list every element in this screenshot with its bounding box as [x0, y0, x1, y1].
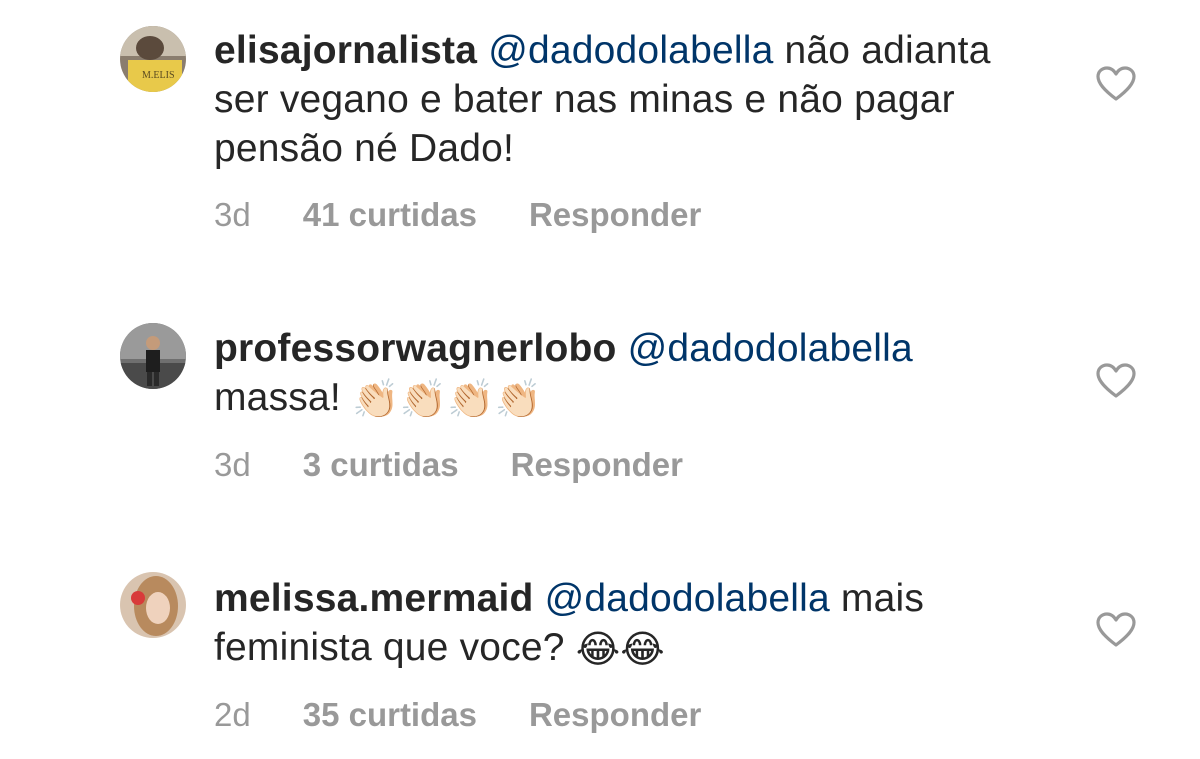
- avatar[interactable]: [120, 323, 186, 389]
- comment-likes-count[interactable]: 35 curtidas: [303, 696, 477, 734]
- user-avatar-icon: [120, 572, 186, 638]
- comment-timestamp: 2d: [214, 696, 251, 733]
- reply-button[interactable]: Responder: [529, 696, 701, 734]
- heart-outline-icon[interactable]: [1096, 363, 1136, 399]
- comment-timestamp: 3d: [214, 196, 251, 233]
- avatar[interactable]: M.ELIS: [120, 26, 186, 92]
- comment-item: professorwagnerlobo @dadodolabella massa…: [0, 250, 1200, 500]
- reply-button[interactable]: Responder: [529, 196, 701, 234]
- comment-text: professorwagnerlobo @dadodolabella massa…: [214, 324, 1034, 424]
- comment-mention[interactable]: @dadodolabella: [628, 327, 913, 370]
- comment-likes-count[interactable]: 3 curtidas: [303, 446, 459, 484]
- comment-mention[interactable]: @dadodolabella: [545, 577, 830, 620]
- clapping-hands-emoji: 👏🏻👏🏻👏🏻👏🏻: [351, 377, 543, 421]
- heart-outline-icon[interactable]: [1096, 612, 1136, 648]
- comment-text: melissa.mermaid @dadodolabella mais femi…: [214, 574, 1034, 674]
- comment-username[interactable]: professorwagnerlobo: [214, 327, 617, 370]
- avatar[interactable]: [120, 572, 186, 638]
- user-avatar-icon: M.ELIS: [120, 26, 186, 92]
- comment-mention[interactable]: @dadodolabella: [488, 29, 773, 72]
- comment-text: elisajornalista @dadodolabella não adian…: [214, 26, 1034, 173]
- comment-text-line1: não: [773, 29, 851, 72]
- comment-meta: 3d 41 curtidas Responder: [214, 196, 701, 234]
- svg-text:M.ELIS: M.ELIS: [142, 70, 175, 81]
- user-avatar-icon: [120, 323, 186, 389]
- comment-item: melissa.mermaid @dadodolabella mais femi…: [0, 500, 1200, 759]
- comment-meta: 2d 35 curtidas Responder: [214, 696, 701, 734]
- reply-button[interactable]: Responder: [511, 446, 683, 484]
- comment-text-rest: massa!: [214, 376, 352, 419]
- comment-meta: 3d 3 curtidas Responder: [214, 446, 683, 484]
- comment-likes-count[interactable]: 41 curtidas: [303, 196, 477, 234]
- comment-username[interactable]: elisajornalista: [214, 29, 477, 72]
- comment-item: M.ELIS elisajornalista @dadodolabella nã…: [0, 0, 1200, 250]
- comment-timestamp: 3d: [214, 446, 251, 483]
- comment-username[interactable]: melissa.mermaid: [214, 577, 534, 620]
- comment-text-line1: mais: [829, 577, 925, 620]
- comment-text-rest: feminista que voce?: [214, 626, 576, 669]
- heart-outline-icon[interactable]: [1096, 66, 1136, 102]
- tears-of-joy-emoji: 😂😂: [575, 627, 665, 671]
